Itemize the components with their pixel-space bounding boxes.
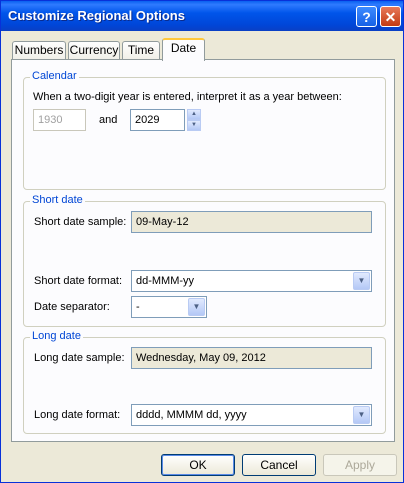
tab-currency[interactable]: Currency (68, 41, 120, 60)
year-spinner[interactable]: ▲ ▼ (187, 109, 201, 131)
tab-numbers[interactable]: Numbers (12, 41, 66, 60)
long-date-format-combo[interactable]: dddd, MMMM dd, yyyy ▼ (131, 404, 372, 426)
short-date-legend: Short date (30, 194, 85, 206)
help-button[interactable]: ? (356, 6, 377, 27)
chevron-down-icon[interactable]: ▼ (188, 298, 205, 316)
spin-down-icon[interactable]: ▼ (187, 120, 201, 131)
date-tab-panel: Calendar When a two-digit year is entere… (11, 59, 395, 442)
long-date-sample-label: Long date sample: (34, 352, 125, 364)
short-date-sample-value: 09-May-12 (131, 211, 372, 233)
spin-up-icon[interactable]: ▲ (187, 109, 201, 120)
apply-button: Apply (323, 454, 397, 476)
ok-button[interactable]: OK (161, 454, 235, 476)
to-year-field[interactable]: 2029 (130, 109, 185, 131)
date-separator-label: Date separator: (34, 301, 110, 313)
tab-date[interactable]: Date (162, 38, 205, 61)
calendar-group: Calendar When a two-digit year is entere… (23, 70, 386, 190)
date-separator-value: - (136, 301, 140, 313)
short-date-format-label: Short date format: (34, 275, 123, 287)
tab-time[interactable]: Time (122, 41, 160, 60)
chevron-down-icon[interactable]: ▼ (353, 272, 370, 290)
long-date-format-value: dddd, MMMM dd, yyyy (136, 409, 247, 421)
customize-regional-options-dialog: Customize Regional Options ? ✕ Numbers C… (0, 0, 404, 483)
two-digit-year-description: When a two-digit year is entered, interp… (33, 91, 342, 103)
date-separator-combo[interactable]: - ▼ (131, 296, 207, 318)
calendar-legend: Calendar (30, 70, 79, 82)
short-date-format-combo[interactable]: dd-MMM-yy ▼ (131, 270, 372, 292)
chevron-down-icon[interactable]: ▼ (353, 406, 370, 424)
long-date-format-label: Long date format: (34, 409, 121, 421)
short-date-group: Short date Short date sample: 09-May-12 … (23, 194, 386, 327)
short-date-sample-label: Short date sample: (34, 216, 127, 228)
and-label: and (99, 114, 118, 126)
short-date-format-value: dd-MMM-yy (136, 275, 195, 287)
close-button[interactable]: ✕ (380, 6, 401, 27)
title-bar[interactable]: Customize Regional Options ? ✕ (1, 1, 403, 31)
window-title: Customize Regional Options (8, 8, 185, 23)
long-date-group: Long date Long date sample: Wednesday, M… (23, 330, 386, 434)
long-date-sample-value: Wednesday, May 09, 2012 (131, 347, 372, 369)
long-date-legend: Long date (30, 330, 83, 342)
from-year-field: 1930 (33, 109, 86, 131)
cancel-button[interactable]: Cancel (242, 454, 316, 476)
